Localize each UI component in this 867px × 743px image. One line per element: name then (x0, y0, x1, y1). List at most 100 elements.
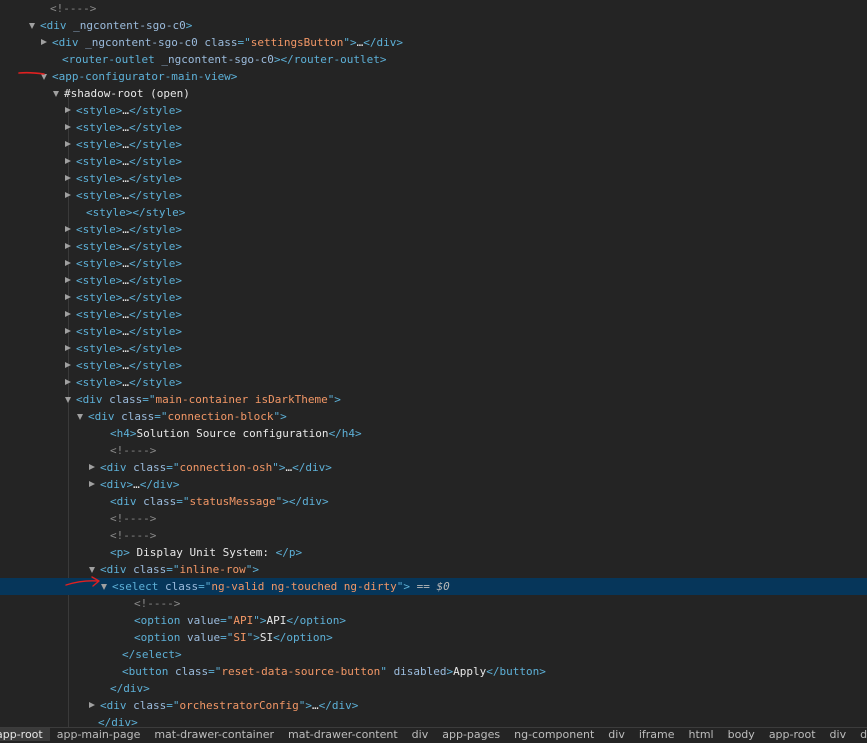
expand-triangle-open-icon[interactable] (77, 414, 83, 420)
expand-triangle-open-icon[interactable] (101, 584, 107, 590)
tree-row[interactable]: <button class="reset-data-source-button"… (0, 663, 867, 680)
tree-row[interactable]: <h4>Solution Source configuration</h4> (0, 425, 867, 442)
tree-row[interactable]: <!----> (0, 527, 867, 544)
tree-row[interactable]: <div>…</div> (0, 476, 867, 493)
tree-row[interactable]: <style></style> (0, 204, 867, 221)
token: =" (166, 699, 180, 712)
expand-triangle-open-icon[interactable] (29, 23, 35, 29)
tree-row[interactable]: <style>…</style> (0, 323, 867, 340)
token: =" (220, 614, 234, 627)
tree-row[interactable]: <div _ngcontent-sgo-c0> (0, 17, 867, 34)
expand-triangle-closed-icon[interactable] (65, 379, 71, 385)
expand-triangle-closed-icon[interactable] (89, 702, 95, 708)
breadcrumb-item[interactable]: app-pages (435, 728, 507, 741)
token: <style> (76, 274, 123, 287)
expand-triangle-closed-icon[interactable] (65, 158, 71, 164)
expand-triangle-closed-icon[interactable] (89, 481, 95, 487)
breadcrumb-item[interactable]: div (405, 728, 436, 741)
expand-triangle-closed-icon[interactable] (65, 243, 71, 249)
token: </div> (318, 699, 359, 712)
tree-row[interactable]: <style>…</style> (0, 102, 867, 119)
breadcrumb-item[interactable]: body (721, 728, 762, 741)
token: <div (100, 461, 134, 474)
expand-triangle-open-icon[interactable] (89, 567, 95, 573)
expand-triangle-closed-icon[interactable] (65, 311, 71, 317)
tree-row[interactable]: </div> (0, 680, 867, 697)
tree-row[interactable]: <style>…</style> (0, 357, 867, 374)
expand-triangle-closed-icon[interactable] (65, 328, 71, 334)
breadcrumb-item[interactable]: ng-component (507, 728, 601, 741)
token: <div (40, 19, 74, 32)
tree-row[interactable]: <div class="orchestratorConfig">…</div> (0, 697, 867, 714)
expand-triangle-open-icon[interactable] (53, 91, 59, 97)
tree-row[interactable]: <style>…</style> (0, 238, 867, 255)
tree-row[interactable]: <style>…</style> (0, 374, 867, 391)
breadcrumb-item[interactable]: mat-drawer-container (147, 728, 281, 741)
node-markup: <style>…</style> (76, 374, 182, 391)
expand-triangle-open-icon[interactable] (65, 397, 71, 403)
token: </style> (128, 257, 182, 270)
expand-triangle-closed-icon[interactable] (41, 39, 47, 45)
breadcrumb-item[interactable]: app-root (762, 728, 823, 741)
tree-row[interactable]: <style>…</style> (0, 221, 867, 238)
breadcrumb-item[interactable]: app-root (0, 728, 50, 741)
expand-triangle-open-icon[interactable] (41, 74, 47, 80)
tree-row[interactable]: <style>…</style> (0, 255, 867, 272)
tree-row[interactable]: <!----> (0, 0, 867, 17)
expand-triangle-closed-icon[interactable] (65, 124, 71, 130)
token: </style> (128, 240, 182, 253)
tree-row[interactable]: <router-outlet _ngcontent-sgo-c0></route… (0, 51, 867, 68)
breadcrumb-item[interactable]: mat-drawer-content (281, 728, 405, 741)
tree-row-selected[interactable]: <select class="ng-valid ng-touched ng-di… (0, 578, 867, 595)
breadcrumb-item[interactable]: div (823, 728, 854, 741)
tree-row[interactable]: <style>…</style> (0, 153, 867, 170)
tree-row[interactable]: <div class="connection-block"> (0, 408, 867, 425)
elements-tree[interactable]: <!----> <div _ngcontent-sgo-c0> <div _ngco… (0, 0, 867, 727)
token: <!----> (134, 597, 181, 610)
breadcrumb-item[interactable]: iframe (632, 728, 682, 741)
tree-row[interactable]: <app-configurator-main-view> (0, 68, 867, 85)
expand-triangle-closed-icon[interactable] (65, 141, 71, 147)
tree-row[interactable]: <!----> (0, 442, 867, 459)
token: "> (272, 461, 286, 474)
token: … (122, 240, 129, 253)
tree-row[interactable]: <div class="main-container isDarkTheme"> (0, 391, 867, 408)
tree-row[interactable]: <!----> (0, 510, 867, 527)
tree-row[interactable]: <style>…</style> (0, 187, 867, 204)
tree-row[interactable]: <style>…</style> (0, 289, 867, 306)
expand-triangle-closed-icon[interactable] (65, 362, 71, 368)
breadcrumb-item[interactable]: app-main-page (50, 728, 148, 741)
breadcrumb-item[interactable]: html (682, 728, 721, 741)
token: "> (273, 410, 287, 423)
tree-row[interactable]: <div _ngcontent-sgo-c0 class="settingsBu… (0, 34, 867, 51)
tree-row[interactable]: <div class="statusMessage"></div> (0, 493, 867, 510)
expand-triangle-closed-icon[interactable] (65, 277, 71, 283)
tree-row[interactable]: <div class="inline-row"> (0, 561, 867, 578)
tree-row[interactable]: <style>…</style> (0, 170, 867, 187)
token: disabled (393, 665, 447, 678)
breadcrumb-item[interactable]: div (601, 728, 632, 741)
tree-row[interactable]: <style>…</style> (0, 119, 867, 136)
expand-triangle-closed-icon[interactable] (65, 175, 71, 181)
expand-triangle-closed-icon[interactable] (65, 226, 71, 232)
tree-row[interactable]: <p> Display Unit System: </p> (0, 544, 867, 561)
expand-triangle-closed-icon[interactable] (89, 464, 95, 470)
expand-triangle-closed-icon[interactable] (65, 107, 71, 113)
tree-row[interactable]: <style>…</style> (0, 272, 867, 289)
expand-triangle-closed-icon[interactable] (65, 294, 71, 300)
tree-row[interactable]: <option value="SI">SI</option> (0, 629, 867, 646)
tree-row[interactable]: <option value="API">API</option> (0, 612, 867, 629)
expand-triangle-closed-icon[interactable] (65, 260, 71, 266)
tree-row[interactable]: </select> (0, 646, 867, 663)
tree-row[interactable]: <style>…</style> (0, 136, 867, 153)
tree-row[interactable]: <div class="connection-osh">…</div> (0, 459, 867, 476)
breadcrumb-item[interactable]: div (853, 728, 867, 741)
tree-row[interactable]: #shadow-root (open) (0, 85, 867, 102)
tree-row[interactable]: <!----> (0, 595, 867, 612)
tree-row[interactable]: <style>…</style> (0, 306, 867, 323)
tree-row[interactable]: </div> (0, 714, 867, 727)
expand-triangle-closed-icon[interactable] (65, 192, 71, 198)
node-markup: <style>…</style> (76, 272, 182, 289)
tree-row[interactable]: <style>…</style> (0, 340, 867, 357)
expand-triangle-closed-icon[interactable] (65, 345, 71, 351)
